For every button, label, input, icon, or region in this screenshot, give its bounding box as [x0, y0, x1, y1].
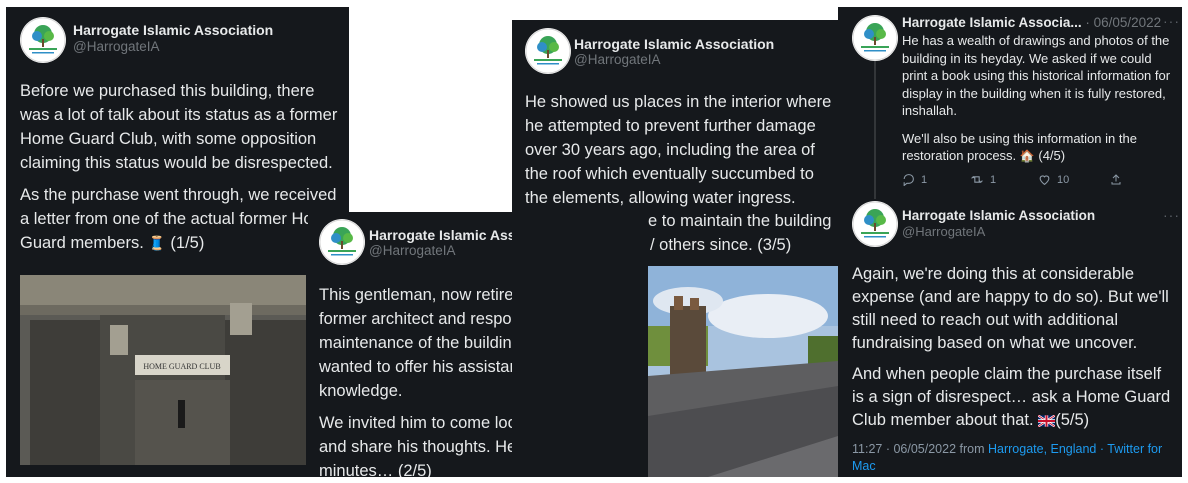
- share-icon: [1111, 174, 1121, 185]
- tweet-metadata: 11:27 · 06/05/2022 from Harrogate, Engla…: [852, 441, 1174, 475]
- account-name[interactable]: Harrogate Islamic Associa... · 06/05/202…: [902, 15, 1161, 30]
- avatar[interactable]: [852, 201, 898, 247]
- tree-logo-icon: [852, 15, 898, 61]
- account-name[interactable]: Harrogate Islamic Association: [902, 208, 1095, 223]
- meta-separator: ·: [1099, 442, 1105, 456]
- avatar[interactable]: [852, 15, 898, 61]
- tweet-actions: 1 1 10: [902, 173, 1122, 186]
- tweet-card-1: Harrogate Islamic Association @Harrogate…: [6, 7, 349, 477]
- more-options-icon[interactable]: ···: [1163, 207, 1180, 223]
- location-link[interactable]: Harrogate, England: [988, 442, 1096, 456]
- tweet-photo-roof[interactable]: [648, 266, 838, 477]
- tweet-paragraph: We'll also be using this information in …: [902, 130, 1174, 166]
- avatar[interactable]: [525, 28, 571, 74]
- account-handle[interactable]: @HarrogateIA: [902, 224, 985, 239]
- tweet-text-continued: e to maintain the building / others sinc…: [648, 209, 838, 257]
- tweet-card-4: Harrogate Islamic Associa... · 06/05/202…: [838, 7, 1182, 199]
- tweet-paragraph: He showed us places in the interior wher…: [525, 93, 832, 207]
- account-handle[interactable]: @HarrogateIA: [73, 39, 160, 54]
- tweet-photo-building-facade[interactable]: HOME GUARD CLUB: [20, 275, 306, 465]
- reply-icon: [903, 174, 914, 186]
- tweet-paragraph: Before we purchased this building, there…: [20, 82, 338, 172]
- tweet-text: He showed us places in the interior wher…: [525, 90, 837, 218]
- tweet-text: He has a wealth of drawings and photos o…: [902, 32, 1174, 176]
- like-button[interactable]: 10: [1038, 173, 1110, 186]
- tweet-text: Again, we're doing this at considerable …: [852, 263, 1174, 442]
- account-handle[interactable]: @HarrogateIA: [369, 243, 456, 258]
- heart-icon: [1039, 175, 1050, 186]
- share-button[interactable]: [1110, 173, 1122, 186]
- reply-button[interactable]: 1: [902, 173, 970, 186]
- tweet-card-5: Harrogate Islamic Association @Harrogate…: [838, 199, 1182, 477]
- tree-logo-icon: [852, 201, 898, 247]
- avatar[interactable]: [319, 219, 365, 265]
- tweet-text: Before we purchased this building, there…: [20, 79, 338, 263]
- house-icon: 🏠: [1019, 149, 1035, 163]
- tweet-line: e to maintain the building: [648, 212, 832, 230]
- spool-of-thread-icon: 🧵: [148, 235, 166, 251]
- tweet-line: / others since. (3/5): [650, 236, 792, 254]
- tweet-date: · 06/05/2022: [1085, 15, 1162, 30]
- tweet-paragraph: And when people claim the purchase itsel…: [852, 363, 1174, 434]
- photo-sign-text: HOME GUARD CLUB: [143, 362, 220, 371]
- tweet-paragraph: As the purchase went through, we receive…: [20, 183, 338, 255]
- account-name[interactable]: Harrogate Islamic Association: [73, 22, 273, 38]
- retweet-icon: [971, 176, 983, 183]
- tree-logo-icon: [525, 28, 571, 74]
- account-name[interactable]: Harrogate Islamic Association: [574, 36, 774, 52]
- avatar[interactable]: [20, 17, 66, 63]
- account-handle[interactable]: @HarrogateIA: [574, 52, 661, 67]
- more-options-icon[interactable]: ···: [1163, 13, 1180, 29]
- tweet-paragraph: Again, we're doing this at considerable …: [852, 265, 1169, 352]
- tree-logo-icon: [20, 17, 66, 63]
- tweet-paragraph: He has a wealth of drawings and photos o…: [902, 33, 1171, 118]
- union-jack-flag-icon: [1037, 411, 1056, 434]
- tweet-timestamp[interactable]: 11:27 · 06/05/2022 from: [852, 442, 985, 456]
- tweet-card-3: Harrogate Islamic Association @Harrogate…: [512, 20, 838, 477]
- tree-logo-icon: [319, 219, 365, 265]
- thread-line: [874, 61, 876, 199]
- retweet-button[interactable]: 1: [970, 173, 1038, 186]
